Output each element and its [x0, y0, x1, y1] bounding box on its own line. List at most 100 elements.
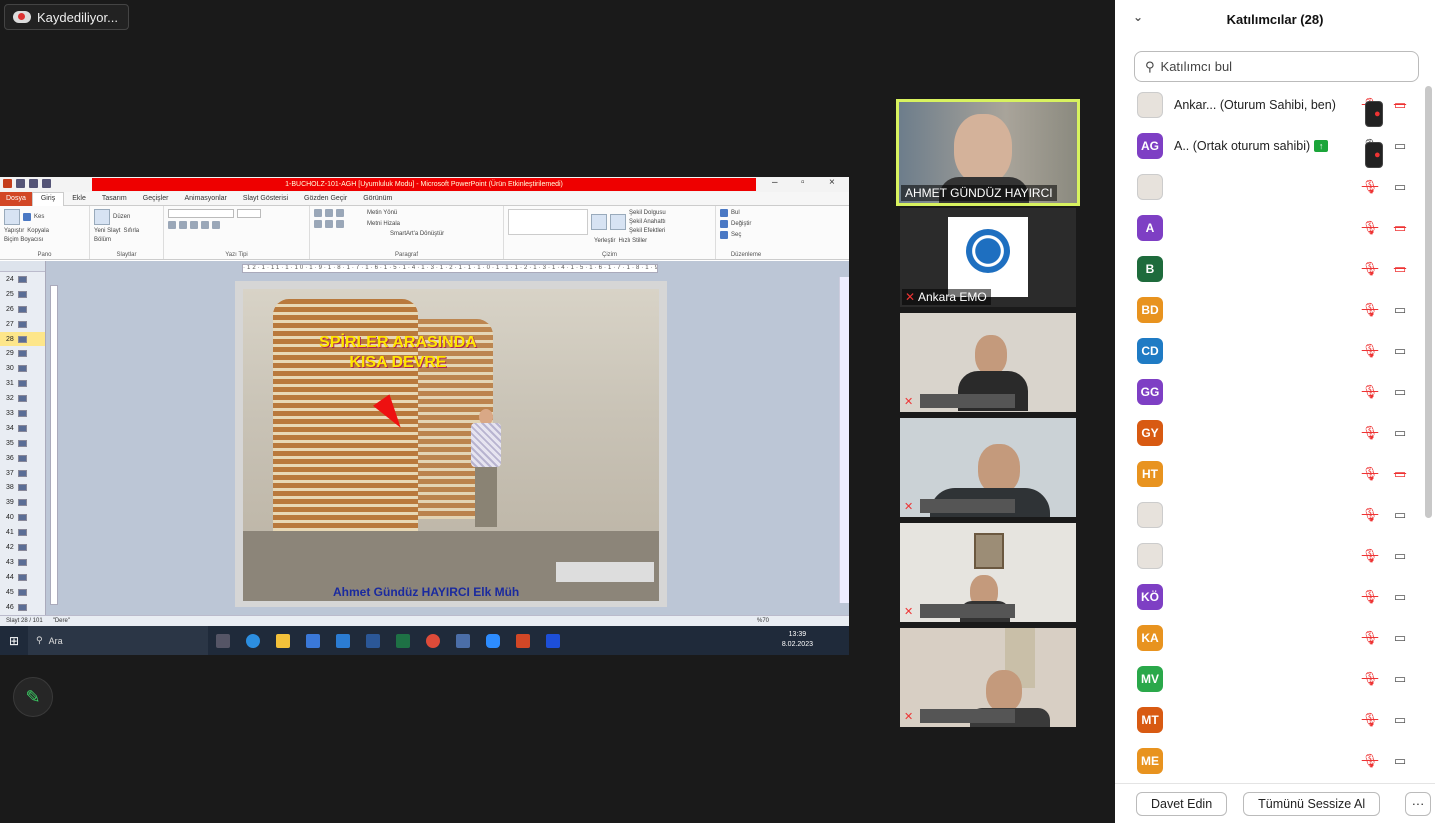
save-icon[interactable]	[16, 179, 25, 188]
participant-row[interactable]: B 🎙︎ ▭	[1115, 248, 1425, 289]
slide-thumbnail[interactable]: 45	[0, 585, 45, 600]
bullets-icon[interactable]	[314, 209, 322, 217]
video-icon[interactable]: ▭	[1391, 302, 1409, 318]
tab-transitions[interactable]: Geçişler	[135, 195, 177, 202]
mic-muted-icon[interactable]: 🎙︎	[1361, 384, 1379, 400]
participant-row[interactable]: A 🎙︎ ▭	[1115, 207, 1425, 248]
video-icon[interactable]: ▭	[1391, 425, 1409, 441]
slide-thumbnail[interactable]: 42	[0, 540, 45, 555]
video-tile-speaker[interactable]: AHMET GÜNDÜZ HAYIRCI	[896, 99, 1080, 206]
mic-muted-icon[interactable]: 🎙︎	[1361, 343, 1379, 359]
edge-icon[interactable]	[246, 633, 260, 648]
tab-insert[interactable]: Ekle	[64, 195, 94, 202]
taskbar-clock[interactable]: 13:39 8.02.2023	[782, 630, 813, 650]
font-color-icon[interactable]	[212, 221, 220, 229]
underline-icon[interactable]	[190, 221, 198, 229]
slide-thumbnail[interactable]: 30	[0, 361, 45, 376]
mic-muted-icon[interactable]: 🎙︎	[1361, 466, 1379, 482]
slide-thumbnail[interactable]: 41	[0, 525, 45, 540]
text-direction-button[interactable]: Metin Yönü	[367, 210, 397, 216]
participant-row[interactable]: AG A.. (Ortak oturum sahibi)↑ ●🎙︎▭	[1115, 125, 1425, 168]
participant-row[interactable]: GG 🎙︎ ▭	[1115, 371, 1425, 412]
video-icon[interactable]: ▭	[1391, 712, 1409, 728]
cut-icon[interactable]	[23, 213, 31, 221]
slide-thumbnail[interactable]: 44	[0, 570, 45, 585]
calculator-icon[interactable]	[456, 633, 470, 648]
slide-thumbnail[interactable]: 36	[0, 451, 45, 466]
slide-thumbnail[interactable]: 24	[0, 272, 45, 287]
participant-row[interactable]: Ankar... (Oturum Sahibi, ben) ●🎙︎▭	[1115, 84, 1425, 127]
video-off-icon[interactable]: ▭	[1391, 466, 1409, 482]
section-button[interactable]: Bölüm	[94, 237, 111, 243]
numbering-icon[interactable]	[325, 209, 333, 217]
redo-icon[interactable]	[42, 179, 51, 188]
paste-icon[interactable]	[4, 209, 20, 225]
tab-review[interactable]: Gözden Geçir	[296, 195, 355, 202]
mic-muted-icon[interactable]: 🎙︎	[1361, 671, 1379, 687]
tab-slideshow[interactable]: Slayt Gösterisi	[235, 195, 296, 202]
participant-row[interactable]: MV 🎙︎ ▭	[1115, 658, 1425, 699]
slide-thumbnail[interactable]: 28	[0, 331, 45, 347]
italic-icon[interactable]	[179, 221, 187, 229]
shape-outline-button[interactable]: Şekil Anahattı	[629, 219, 666, 225]
slide-thumbnail[interactable]: 33	[0, 406, 45, 421]
slide-thumbnail[interactable]: 46	[0, 600, 45, 615]
mic-muted-icon[interactable]: 🎙︎	[1361, 630, 1379, 646]
shadow-icon[interactable]	[201, 221, 209, 229]
participant-row[interactable]: GY 🎙︎ ▭	[1115, 412, 1425, 453]
arrange-icon[interactable]	[591, 214, 607, 230]
restore-icon[interactable]: ▫	[801, 177, 805, 188]
video-icon[interactable]: ▭	[1391, 589, 1409, 605]
video-icon[interactable]: ▭	[1391, 630, 1409, 646]
participant-row[interactable]: KA 🎙︎ ▭	[1115, 617, 1425, 658]
reset-button[interactable]: Sıfırla	[123, 228, 139, 234]
bold-icon[interactable]	[168, 221, 176, 229]
excel-icon[interactable]	[396, 633, 410, 648]
slide-thumbnail[interactable]: 43	[0, 555, 45, 570]
powerpoint-icon[interactable]	[516, 633, 530, 648]
layout-button[interactable]: Düzen	[113, 214, 130, 220]
participant-row[interactable]: BD 🎙︎ ▭	[1115, 289, 1425, 330]
shape-fill-button[interactable]: Şekil Dolgusu	[629, 210, 666, 216]
video-off-icon[interactable]: ▭	[1391, 97, 1409, 113]
video-icon[interactable]: ▭	[1391, 671, 1409, 687]
mic-muted-icon[interactable]: 🎙︎	[1361, 548, 1379, 564]
slide-thumbnail[interactable]: 29	[0, 346, 45, 361]
windows-start-icon[interactable]: ⊞	[0, 634, 28, 648]
slide-thumbnail[interactable]: 26	[0, 302, 45, 317]
smartart-button[interactable]: SmartArt'a Dönüştür	[390, 231, 444, 237]
video-tile[interactable]: ✕	[900, 523, 1076, 622]
minimize-icon[interactable]: –	[772, 177, 778, 188]
invite-button[interactable]: Davet Edin	[1136, 791, 1228, 816]
explorer-icon[interactable]	[276, 633, 290, 648]
indent-icon[interactable]	[336, 209, 344, 217]
arrange-button[interactable]: Yerleştir	[594, 238, 615, 244]
replace-button[interactable]: Değiştir	[731, 221, 751, 227]
mic-muted-icon[interactable]: 🎙︎	[1361, 220, 1379, 236]
slide-thumbnail[interactable]: 25	[0, 287, 45, 302]
quick-styles-button[interactable]: Hızlı Stiller	[618, 238, 647, 244]
recording-indicator[interactable]: Kaydediliyor...	[4, 4, 129, 30]
video-tile[interactable]: ✕	[900, 628, 1076, 727]
mute-all-button[interactable]: Tümünü Sessize Al	[1243, 791, 1381, 816]
participant-row[interactable]: KÖ 🎙︎ ▭	[1115, 576, 1425, 617]
slide-thumbnail[interactable]: 31	[0, 376, 45, 391]
slide-thumbnail[interactable]: 34	[0, 421, 45, 436]
mic-muted-icon[interactable]: 🎙︎	[1361, 589, 1379, 605]
find-button[interactable]: Bul	[731, 210, 740, 216]
shapes-gallery[interactable]	[508, 209, 588, 235]
zoom-level[interactable]: %70	[757, 618, 769, 624]
align-center-icon[interactable]	[325, 220, 333, 228]
close-icon[interactable]: ×	[829, 177, 835, 188]
video-tile[interactable]: ✕ Ankara EMO	[900, 208, 1076, 307]
slide-thumbnail[interactable]: 40	[0, 510, 45, 525]
mic-muted-icon[interactable]: 🎙︎	[1361, 261, 1379, 277]
quick-styles-icon[interactable]	[610, 214, 626, 230]
annotate-pencil-icon[interactable]: ✎	[13, 677, 53, 717]
word-icon[interactable]	[366, 633, 380, 648]
slide-thumbnail[interactable]: 35	[0, 436, 45, 451]
mic-muted-icon[interactable]: 🎙︎	[1361, 425, 1379, 441]
video-icon[interactable]: ▭	[1391, 343, 1409, 359]
taskbar-search[interactable]: ⚲ Ara	[28, 626, 208, 655]
participant-row[interactable]: CD 🎙︎ ▭	[1115, 330, 1425, 371]
